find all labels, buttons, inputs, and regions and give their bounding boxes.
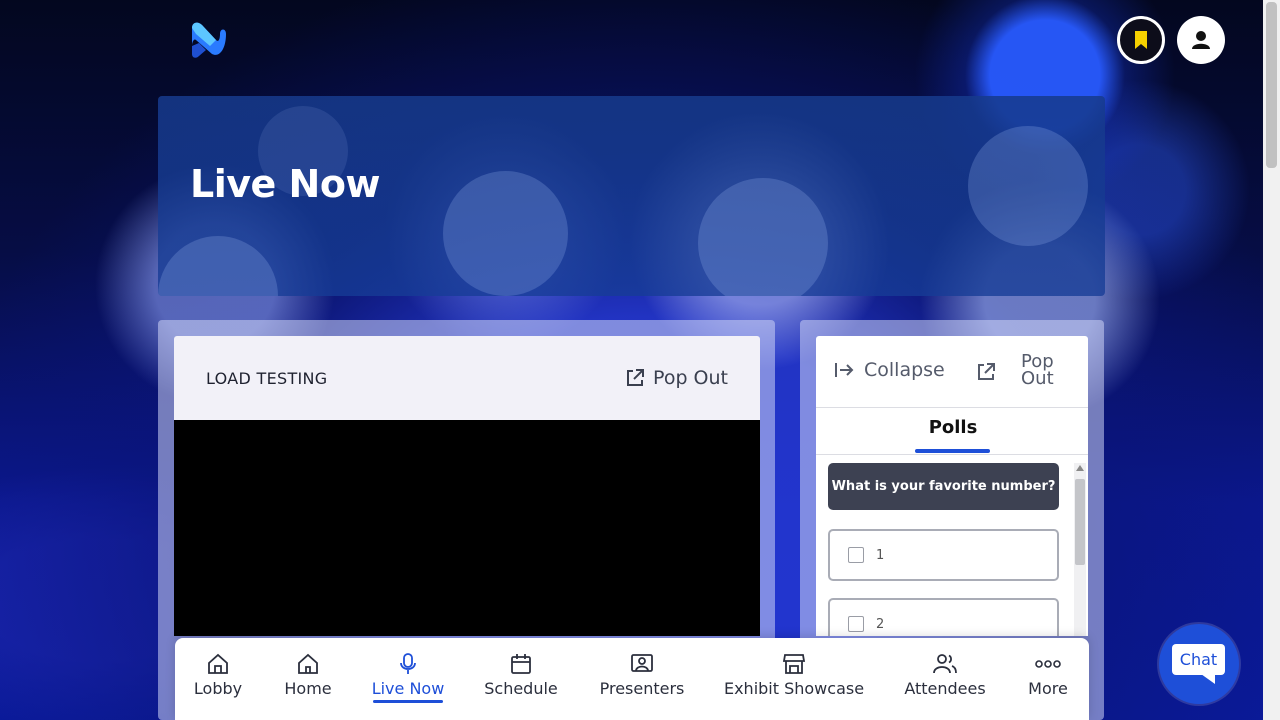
app-logo[interactable] bbox=[186, 20, 230, 60]
nav-item-lobby[interactable]: Lobby bbox=[194, 652, 242, 698]
nav-label: Home bbox=[284, 679, 332, 698]
poll-option[interactable]: 1 bbox=[828, 529, 1059, 581]
more-icon bbox=[1035, 660, 1061, 668]
nav-item-schedule[interactable]: Schedule bbox=[481, 652, 561, 698]
storefront-icon bbox=[782, 654, 806, 674]
poll-option-label: 2 bbox=[876, 616, 885, 632]
nav-label: Presenters bbox=[599, 679, 685, 698]
side-popout-button[interactable] bbox=[976, 362, 996, 386]
stream-title: LOAD TESTING bbox=[206, 368, 328, 388]
home-icon bbox=[298, 653, 318, 674]
active-nav-indicator bbox=[373, 700, 443, 703]
page-title: Live Now bbox=[190, 162, 381, 206]
nav-label: Live Now bbox=[371, 679, 445, 698]
user-icon bbox=[1192, 31, 1210, 49]
nav-label: Schedule bbox=[484, 679, 558, 698]
side-popout-label[interactable]: Pop Out bbox=[1021, 353, 1081, 388]
poll-scrollbar[interactable] bbox=[1074, 463, 1086, 636]
page-header-banner: Live Now bbox=[158, 96, 1105, 296]
scroll-up-arrow-icon[interactable] bbox=[1076, 465, 1084, 471]
presenter-icon bbox=[631, 654, 653, 672]
chat-bubble-icon: Chat bbox=[1172, 644, 1225, 675]
nav-label: Attendees bbox=[904, 679, 986, 698]
poll-list: What is your favorite number? 1 2 bbox=[816, 455, 1088, 636]
page-scrollbar[interactable] bbox=[1263, 0, 1280, 720]
page-scrollbar-thumb[interactable] bbox=[1266, 2, 1277, 168]
external-link-icon bbox=[978, 363, 995, 380]
poll-question: What is your favorite number? bbox=[828, 463, 1059, 510]
checkbox[interactable] bbox=[848, 616, 864, 632]
microphone-icon bbox=[400, 653, 416, 674]
poll-option[interactable]: 2 bbox=[828, 598, 1059, 636]
tab-polls[interactable]: Polls bbox=[916, 417, 990, 438]
side-panel: Collapse Pop Out Polls What is your favo… bbox=[816, 336, 1088, 636]
collapse-label: Collapse bbox=[864, 359, 945, 381]
stream-popout-label: Pop Out bbox=[653, 367, 728, 389]
nav-item-home[interactable]: Home bbox=[282, 652, 334, 698]
nav-item-exhibit-showcase[interactable]: Exhibit Showcase bbox=[724, 652, 864, 698]
nav-item-attendees[interactable]: Attendees bbox=[903, 652, 987, 698]
nav-label: Lobby bbox=[193, 679, 243, 698]
collapse-arrow-icon bbox=[835, 363, 854, 377]
chat-label: Chat bbox=[1179, 650, 1218, 669]
poll-option-label: 1 bbox=[876, 547, 885, 563]
people-icon bbox=[933, 654, 957, 674]
active-tab-indicator bbox=[915, 449, 990, 453]
nav-item-live-now[interactable]: Live Now bbox=[371, 652, 445, 703]
bookmark-icon bbox=[1135, 31, 1147, 49]
nav-item-more[interactable]: More bbox=[1026, 652, 1070, 698]
calendar-icon bbox=[511, 654, 531, 674]
stream-header: LOAD TESTING Pop Out bbox=[174, 336, 760, 420]
checkbox[interactable] bbox=[848, 547, 864, 563]
chat-bubble-tail bbox=[1201, 674, 1215, 684]
stream-popout-button[interactable]: Pop Out bbox=[625, 367, 728, 389]
stream-card: LOAD TESTING Pop Out bbox=[174, 336, 760, 636]
profile-button[interactable] bbox=[1177, 16, 1225, 64]
collapse-button[interactable]: Collapse bbox=[834, 359, 945, 381]
nav-item-presenters[interactable]: Presenters bbox=[598, 652, 686, 698]
bottom-navigation: Lobby Home Live Now Schedule Presenters bbox=[175, 638, 1089, 720]
lobby-icon bbox=[208, 653, 228, 674]
nav-label: More bbox=[1028, 679, 1068, 698]
nav-label: Exhibit Showcase bbox=[723, 679, 865, 698]
video-player[interactable] bbox=[174, 420, 760, 636]
chat-button[interactable]: Chat bbox=[1159, 624, 1239, 704]
scrollbar-thumb[interactable] bbox=[1075, 479, 1085, 565]
bookmarks-button[interactable] bbox=[1117, 16, 1165, 64]
external-link-icon bbox=[627, 369, 645, 386]
side-tabs: Polls bbox=[816, 408, 1088, 455]
